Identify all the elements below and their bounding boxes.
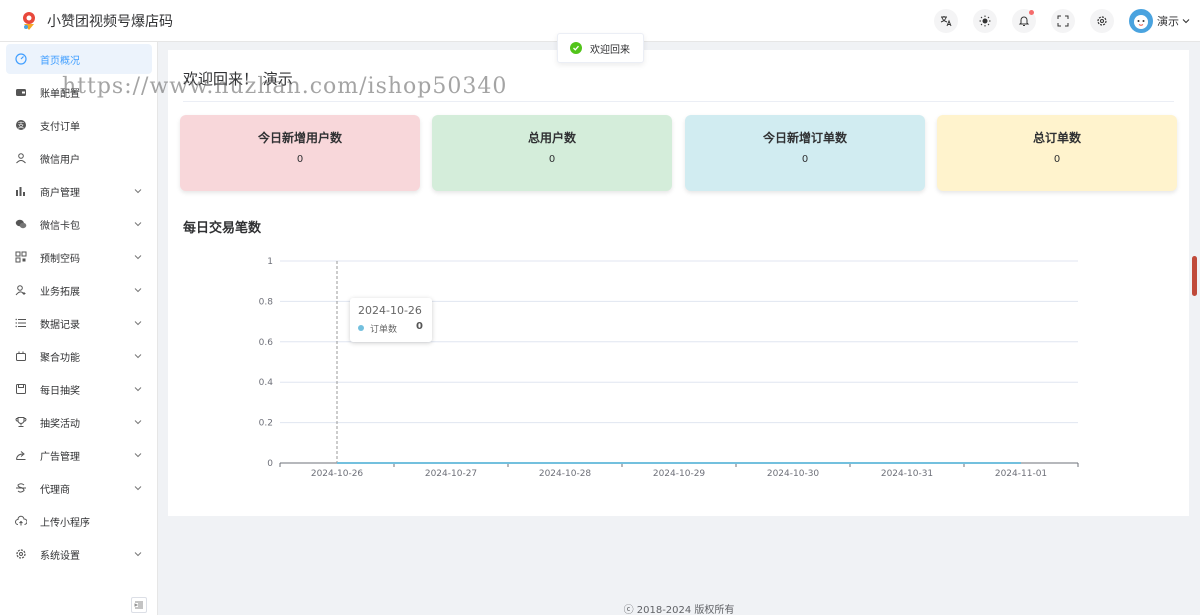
x-tick-label: 2024-10-28	[539, 469, 592, 479]
tooltip-value: 0	[416, 321, 423, 332]
check-circle-icon	[570, 42, 582, 54]
chart-tooltip: 2024-10-26 订单数 0	[350, 298, 432, 342]
x-tick-label: 2024-10-30	[767, 469, 820, 479]
x-tick-label: 2024-11-01	[995, 469, 1047, 479]
tooltip-series-marker	[358, 325, 364, 331]
watermark: https://www.huzhan.com/ishop50340	[62, 74, 508, 99]
toast-message: 欢迎回来	[590, 44, 630, 56]
x-tick-label: 2024-10-31	[881, 469, 933, 479]
y-tick-label: 0.4	[259, 378, 274, 388]
y-tick-label: 0.6	[259, 338, 274, 348]
x-tick-label: 2024-10-27	[425, 469, 477, 479]
scrollbar-handle[interactable]	[1192, 256, 1197, 296]
x-tick-label: 2024-10-29	[653, 469, 706, 479]
footer-copyright: ⓒ 2018-2024 版权所有	[623, 605, 735, 615]
y-tick-label: 1	[267, 257, 273, 267]
tooltip-series-name: 订单数	[370, 325, 398, 335]
y-tick-label: 0	[267, 459, 273, 469]
y-tick-label: 0.2	[259, 419, 273, 429]
x-tick-label: 2024-10-26	[311, 469, 364, 479]
tooltip-date: 2024-10-26	[358, 304, 422, 317]
y-tick-label: 0.8	[259, 297, 274, 307]
welcome-toast: 欢迎回来	[557, 33, 644, 63]
